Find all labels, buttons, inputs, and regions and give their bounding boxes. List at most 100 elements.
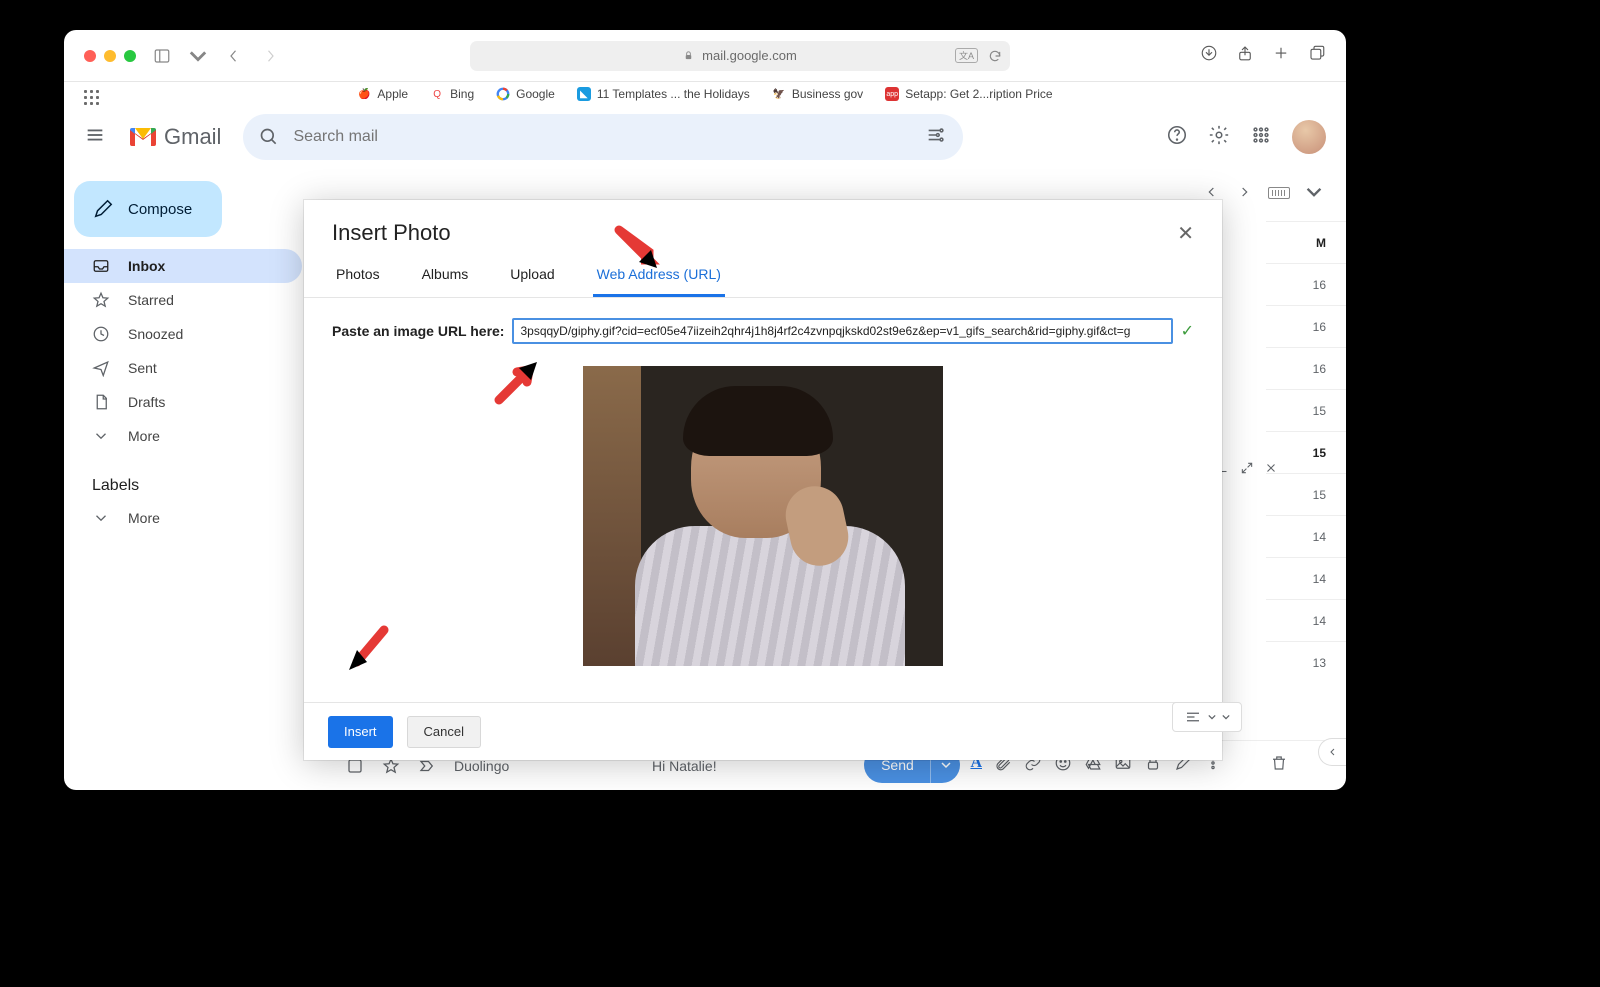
cancel-button[interactable]: Cancel bbox=[407, 716, 481, 748]
tab-albums[interactable]: Albums bbox=[418, 254, 473, 297]
tabs-icon[interactable] bbox=[1308, 44, 1326, 67]
compose-button[interactable]: Compose bbox=[74, 181, 222, 237]
gmail-header: Gmail bbox=[64, 107, 1346, 167]
nav-sent[interactable]: Sent bbox=[64, 351, 302, 385]
gmail-logo-icon bbox=[128, 126, 158, 148]
url-input[interactable] bbox=[512, 318, 1172, 344]
window-controls[interactable] bbox=[84, 50, 136, 62]
align-dropdown-icon[interactable] bbox=[1208, 713, 1216, 721]
inbox-icon bbox=[92, 257, 110, 275]
gov-icon: 🦅 bbox=[772, 87, 786, 101]
bookmark-setapp[interactable]: appSetapp: Get 2...ription Price bbox=[885, 87, 1052, 101]
templates-icon: ◣ bbox=[577, 87, 591, 101]
maximize-window[interactable] bbox=[124, 50, 136, 62]
chevron-down-icon bbox=[92, 427, 110, 445]
modal-tabs: Photos Albums Upload Web Address (URL) bbox=[304, 254, 1222, 298]
sent-icon bbox=[92, 359, 110, 377]
new-tab-icon[interactable] bbox=[1272, 44, 1290, 67]
input-tools-dropdown[interactable] bbox=[1306, 184, 1322, 203]
gmail-sidebar: Compose Inbox Starred Snoozed Sent Draft… bbox=[64, 171, 320, 790]
minimize-window[interactable] bbox=[104, 50, 116, 62]
message-times: M 16 16 16 15 15 15 14 14 14 13 bbox=[1266, 221, 1346, 683]
sidebar-dropdown[interactable] bbox=[188, 46, 208, 66]
url-text: mail.google.com bbox=[702, 48, 797, 63]
tab-web-address[interactable]: Web Address (URL) bbox=[593, 254, 725, 297]
compose-fullscreen-icon[interactable] bbox=[1240, 461, 1254, 480]
tab-upload[interactable]: Upload bbox=[506, 254, 558, 297]
search-options-icon[interactable] bbox=[925, 124, 947, 151]
settings-icon[interactable] bbox=[1208, 124, 1230, 151]
nav-starred[interactable]: Starred bbox=[64, 283, 302, 317]
clock-icon bbox=[92, 325, 110, 343]
setapp-icon: app bbox=[885, 87, 899, 101]
time-cell: 13 bbox=[1266, 641, 1346, 683]
bookmark-templates[interactable]: ◣11 Templates ... the Holidays bbox=[577, 87, 750, 101]
nav-inbox[interactable]: Inbox bbox=[64, 249, 302, 283]
nav-more[interactable]: More bbox=[64, 419, 302, 453]
modal-title: Insert Photo bbox=[332, 220, 451, 246]
search-bar[interactable] bbox=[243, 114, 963, 160]
forward-button[interactable] bbox=[260, 46, 280, 66]
help-icon[interactable] bbox=[1166, 124, 1188, 151]
gmail-brand-text: Gmail bbox=[164, 124, 221, 150]
google-icon bbox=[496, 87, 510, 101]
translate-icon[interactable]: 文A bbox=[955, 48, 978, 63]
sidebar-toggle[interactable] bbox=[152, 46, 172, 66]
share-icon[interactable] bbox=[1236, 44, 1254, 67]
main-menu-icon[interactable] bbox=[84, 124, 106, 151]
pencil-icon bbox=[92, 198, 114, 220]
time-cell: 15 bbox=[1266, 473, 1346, 515]
time-cell: M bbox=[1266, 221, 1346, 263]
apps-grid-icon[interactable] bbox=[84, 90, 100, 106]
labels-more[interactable]: More bbox=[64, 501, 302, 535]
side-panel-toggle[interactable] bbox=[1318, 738, 1346, 766]
bing-icon: Q bbox=[430, 87, 444, 101]
time-cell: 15 bbox=[1266, 431, 1346, 473]
insert-photo-modal: Insert Photo ✕ Photos Albums Upload Web … bbox=[304, 200, 1222, 760]
format-toolbar-popup[interactable] bbox=[1172, 702, 1242, 732]
search-input[interactable] bbox=[293, 128, 911, 146]
image-preview bbox=[583, 366, 943, 666]
reload-icon[interactable] bbox=[988, 49, 1002, 63]
downloads-icon[interactable] bbox=[1200, 44, 1218, 67]
account-avatar[interactable] bbox=[1292, 120, 1326, 154]
safari-window: mail.google.com 文A 🍎Apple QBing Google ◣… bbox=[64, 30, 1346, 790]
more-format-dropdown-icon[interactable] bbox=[1222, 713, 1230, 721]
back-button[interactable] bbox=[224, 46, 244, 66]
star-icon bbox=[92, 291, 110, 309]
input-tools-icon[interactable] bbox=[1268, 187, 1290, 199]
tab-photos[interactable]: Photos bbox=[332, 254, 384, 297]
time-cell: 14 bbox=[1266, 515, 1346, 557]
bookmark-apple[interactable]: 🍎Apple bbox=[357, 87, 408, 101]
valid-checkmark-icon: ✓ bbox=[1181, 321, 1194, 341]
safari-toolbar: mail.google.com 文A bbox=[64, 30, 1346, 82]
bookmark-bing[interactable]: QBing bbox=[430, 87, 474, 101]
time-cell: 14 bbox=[1266, 557, 1346, 599]
bookmark-gov[interactable]: 🦅Business gov bbox=[772, 87, 863, 101]
bookmarks-bar: 🍎Apple QBing Google ◣11 Templates ... th… bbox=[64, 82, 1346, 106]
align-icon[interactable] bbox=[1184, 708, 1202, 726]
address-bar[interactable]: mail.google.com 文A bbox=[470, 41, 1010, 71]
search-icon bbox=[259, 127, 279, 147]
discard-draft-icon[interactable] bbox=[1270, 754, 1288, 777]
time-cell: 16 bbox=[1266, 263, 1346, 305]
time-cell: 16 bbox=[1266, 305, 1346, 347]
apps-icon[interactable] bbox=[1250, 124, 1272, 151]
gmail-logo[interactable]: Gmail bbox=[128, 124, 221, 150]
url-input-label: Paste an image URL here: bbox=[332, 323, 504, 339]
file-icon bbox=[92, 393, 110, 411]
nav-snoozed[interactable]: Snoozed bbox=[64, 317, 302, 351]
time-cell: 15 bbox=[1266, 389, 1346, 431]
next-page[interactable] bbox=[1236, 184, 1252, 203]
time-cell: 16 bbox=[1266, 347, 1346, 389]
labels-header: Labels bbox=[92, 477, 320, 495]
bookmark-google[interactable]: Google bbox=[496, 87, 555, 101]
insert-button[interactable]: Insert bbox=[328, 716, 393, 748]
compose-close-icon[interactable] bbox=[1264, 461, 1278, 480]
modal-close-icon[interactable]: ✕ bbox=[1177, 221, 1194, 246]
lock-icon bbox=[683, 50, 694, 61]
time-cell: 14 bbox=[1266, 599, 1346, 641]
close-window[interactable] bbox=[84, 50, 96, 62]
chevron-down-icon bbox=[92, 509, 110, 527]
nav-drafts[interactable]: Drafts bbox=[64, 385, 302, 419]
